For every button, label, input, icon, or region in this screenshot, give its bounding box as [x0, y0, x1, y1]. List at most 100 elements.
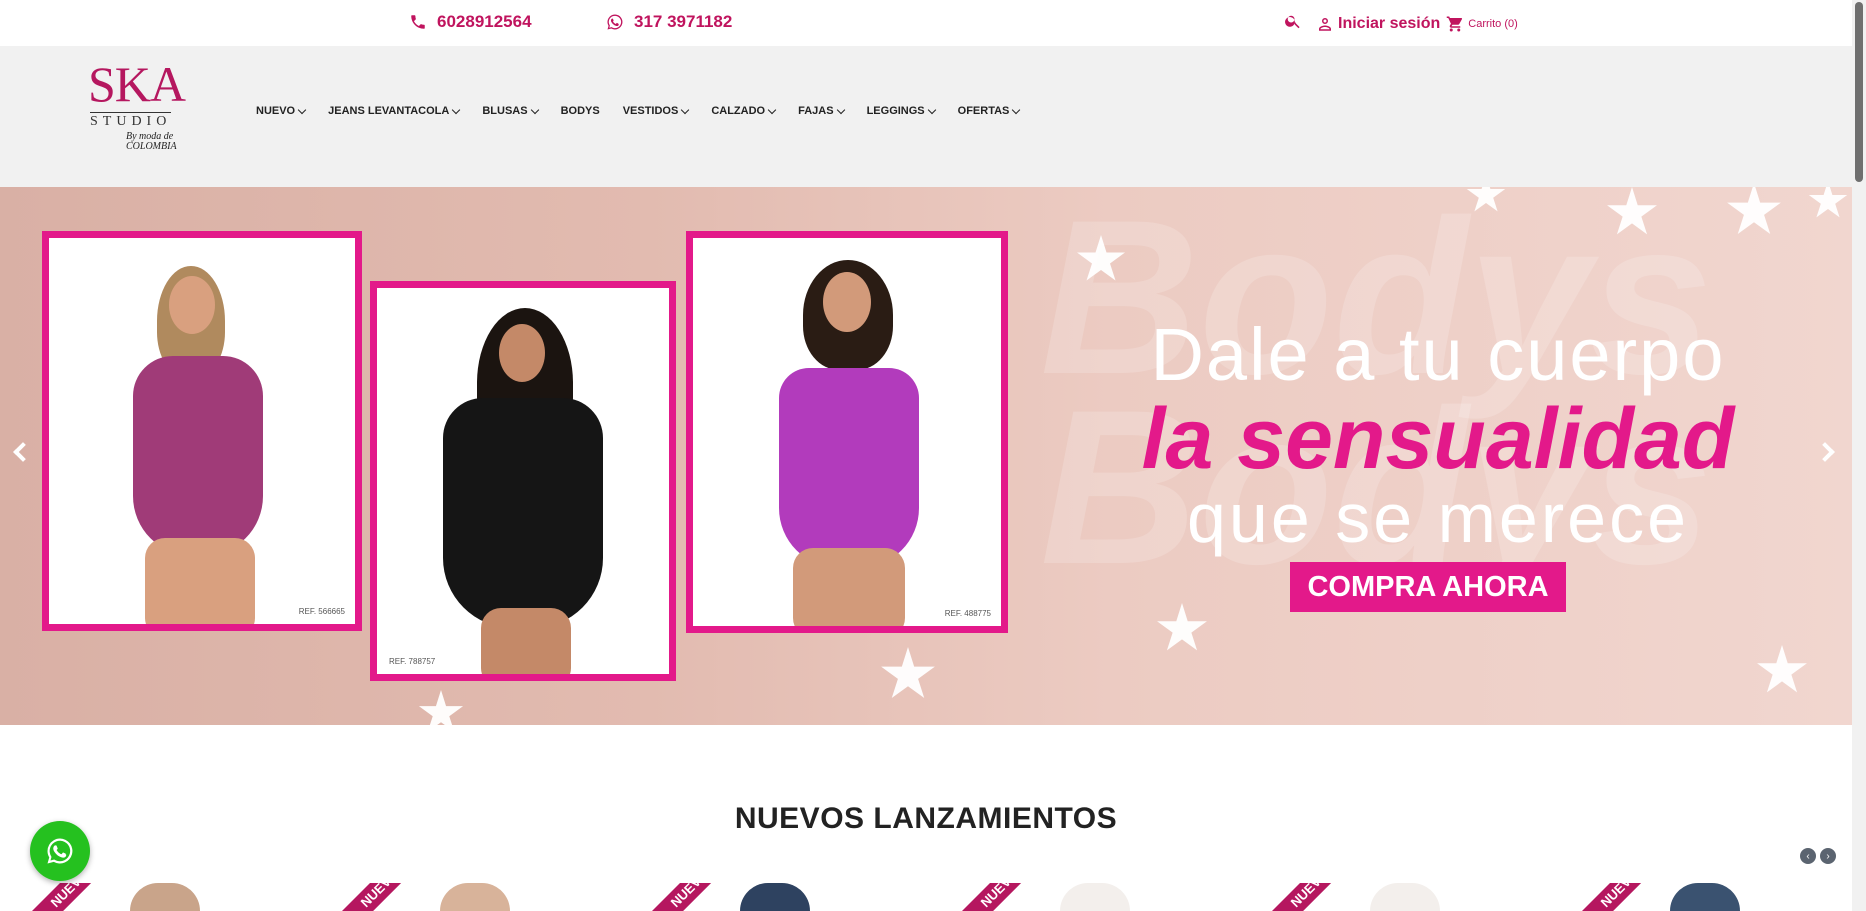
cart-label[interactable]: Carrito (0): [1468, 18, 1518, 30]
nav-item-vestidos[interactable]: VESTIDOS: [623, 105, 690, 117]
chevron-left-icon: [13, 442, 33, 462]
main-header: SKA STUDIO By moda de COLOMBIA NUEVO JEA…: [0, 46, 1852, 187]
hero-line-2: la sensualidad: [1141, 391, 1735, 487]
whatsapp-contact[interactable]: 317 3971182: [606, 12, 732, 32]
nav-item-fajas[interactable]: FAJAS: [798, 105, 845, 117]
product-card[interactable]: NUEVO: [20, 883, 310, 911]
product-photo-frame: REF. 788757: [370, 281, 676, 681]
chevron-down-icon: [681, 105, 690, 114]
shop-now-button[interactable]: COMPRA AHORA: [1290, 562, 1566, 612]
product-image[interactable]: [1060, 883, 1130, 911]
new-badge: NUEVO: [1580, 883, 1653, 911]
chevron-right-icon: [1815, 442, 1835, 462]
new-badge: NUEVO: [650, 883, 723, 911]
nav-item-jeans[interactable]: JEANS LEVANTACOLA: [328, 105, 461, 117]
search-icon: [1285, 15, 1300, 29]
phone-number[interactable]: 6028912564: [437, 12, 532, 32]
nav-item-calzado[interactable]: CALZADO: [711, 105, 777, 117]
product-ref: REF. 488775: [944, 609, 991, 618]
model-face: [823, 272, 871, 332]
nav-item-label[interactable]: JEANS LEVANTACOLA: [328, 105, 449, 117]
section-title: NUEVOS LANZAMIENTOS: [734, 802, 1118, 835]
page-scrollbar[interactable]: [1852, 0, 1866, 911]
new-badge: NUEVO: [30, 883, 103, 911]
chevron-down-icon: [297, 105, 307, 114]
user-icon: [1319, 17, 1331, 31]
product-card[interactable]: NUEVO: [1260, 883, 1550, 911]
nav-item-leggings[interactable]: LEGGINGS: [867, 105, 936, 117]
nav-item-label[interactable]: LEGGINGS: [867, 105, 925, 117]
product-card[interactable]: NUEVO: [330, 883, 620, 911]
product-ref: REF. 788757: [389, 657, 436, 666]
chevron-down-icon: [767, 105, 777, 114]
brand-logo[interactable]: SKA STUDIO By moda de COLOMBIA: [86, 56, 190, 156]
product-card[interactable]: NUEVO: [640, 883, 930, 911]
search-button[interactable]: [1284, 12, 1302, 35]
logo-by-text: By moda de COLOMBIA: [126, 131, 177, 152]
nav-item-label[interactable]: VESTIDOS: [623, 105, 679, 117]
product-image[interactable]: [1670, 883, 1740, 911]
product-card[interactable]: NUEVO: [950, 883, 1240, 911]
nav-item-nuevo[interactable]: NUEVO: [256, 105, 307, 117]
nav-item-label[interactable]: FAJAS: [798, 105, 833, 117]
whatsapp-icon: [47, 838, 73, 864]
star-decoration: [1757, 645, 1807, 693]
model-face: [499, 324, 545, 382]
carousel-next-button[interactable]: ›: [1820, 848, 1836, 864]
nav-item-label[interactable]: OFERTAS: [958, 105, 1010, 117]
login-link[interactable]: Iniciar sesión: [1316, 15, 1440, 33]
product-image[interactable]: [130, 883, 200, 911]
whatsapp-float-button[interactable]: [30, 821, 90, 881]
phone-contact[interactable]: 6028912564: [409, 12, 532, 32]
logo-sub-text: STUDIO: [90, 112, 172, 129]
product-photo-frame: REF. 488775: [686, 231, 1008, 633]
top-bar: 6028912564 317 3971182 Iniciar sesión Ca…: [0, 0, 1852, 46]
chevron-down-icon: [452, 105, 461, 114]
nav-item-blusas[interactable]: BLUSAS: [482, 105, 539, 117]
whatsapp-icon: [607, 14, 623, 30]
hero-headline: Dale a tu cuerpo la sensualidad que se m…: [1068, 315, 1808, 554]
model-face: [169, 276, 215, 334]
cart-link[interactable]: Carrito (0): [1446, 15, 1518, 33]
star-decoration: [1157, 603, 1207, 651]
nav-item-label[interactable]: BLUSAS: [482, 105, 527, 117]
model-legs: [481, 608, 571, 674]
nav-item-ofertas[interactable]: OFERTAS: [958, 105, 1021, 117]
product-carousel-controls: ‹ ›: [1800, 848, 1836, 864]
chevron-down-icon: [927, 105, 936, 114]
chevron-down-icon: [836, 105, 845, 114]
product-photo-frame: REF. 566665: [42, 231, 362, 631]
carousel-next-button[interactable]: [1815, 441, 1840, 463]
model-legs: [145, 538, 255, 624]
main-nav: NUEVO JEANS LEVANTACOLA BLUSAS BODYS VES…: [256, 105, 1042, 117]
login-label[interactable]: Iniciar sesión: [1338, 15, 1440, 33]
whatsapp-number[interactable]: 317 3971182: [634, 12, 732, 32]
chevron-down-icon: [530, 105, 539, 114]
product-image[interactable]: [740, 883, 810, 911]
model-bodysuit: [779, 368, 919, 568]
carousel-prev-button[interactable]: [10, 441, 33, 463]
user-actions: Iniciar sesión Carrito (0): [1284, 12, 1518, 35]
hero-banner[interactable]: Bodys Bodys REF. 566665 REF. 788757 REF.…: [0, 187, 1852, 725]
carousel-prev-button[interactable]: ‹: [1800, 848, 1816, 864]
product-carousel: NUEVO NUEVO NUEVO NUEVO NUEVO NUEVO: [0, 883, 1852, 911]
nav-item-bodys[interactable]: BODYS: [561, 105, 600, 117]
chevron-down-icon: [1012, 105, 1021, 114]
scrollbar-thumb[interactable]: [1855, 2, 1863, 182]
nav-item-label[interactable]: NUEVO: [256, 105, 295, 117]
phone-icon: [411, 15, 425, 29]
star-decoration: [418, 690, 464, 725]
star-decoration: [1727, 187, 1781, 234]
product-ref: REF. 566665: [298, 607, 345, 616]
model-legs: [793, 548, 905, 626]
product-card[interactable]: NUEVO: [1570, 883, 1852, 911]
new-badge: NUEVO: [340, 883, 413, 911]
model-bodysuit: [133, 356, 263, 556]
nav-item-label[interactable]: BODYS: [561, 105, 600, 117]
nav-item-label[interactable]: CALZADO: [711, 105, 765, 117]
product-image[interactable]: [440, 883, 510, 911]
product-image[interactable]: [1370, 883, 1440, 911]
star-decoration: [881, 647, 935, 698]
star-decoration: [1808, 187, 1848, 218]
new-badge: NUEVO: [1270, 883, 1343, 911]
